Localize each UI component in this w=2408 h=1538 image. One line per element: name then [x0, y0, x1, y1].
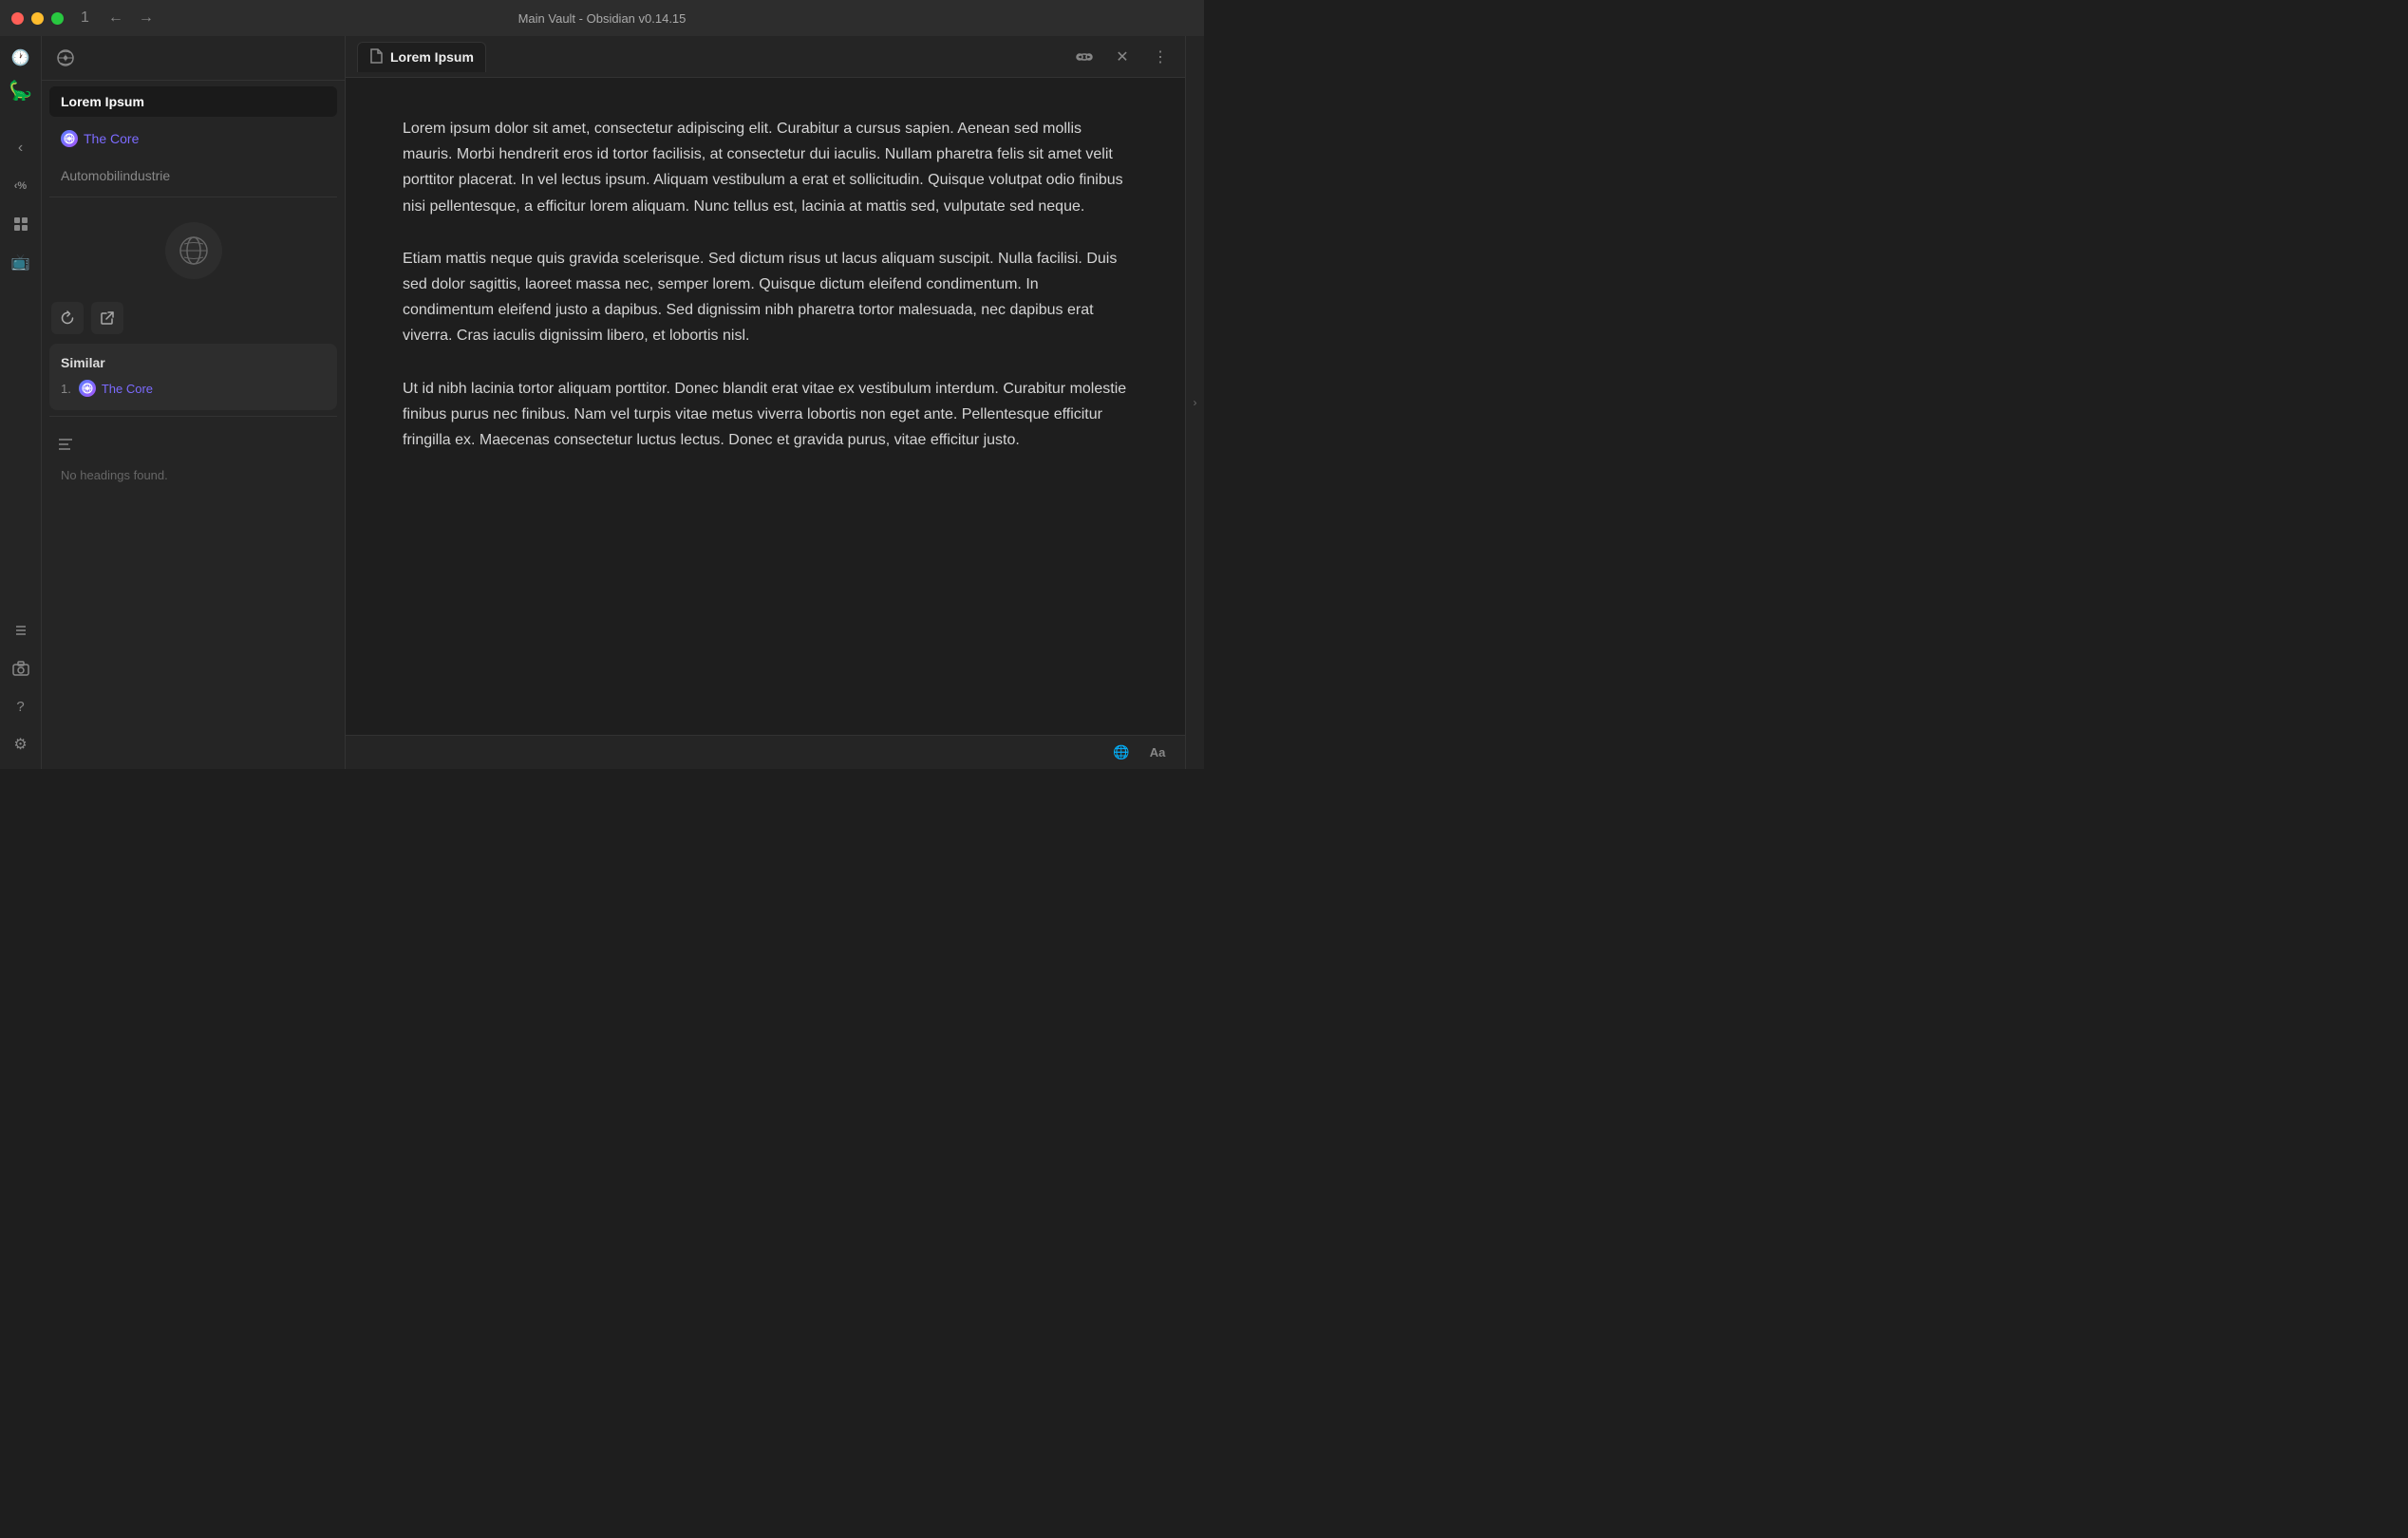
- note-item-the-core[interactable]: The Core: [49, 122, 337, 155]
- smart-search-icon[interactable]: [51, 44, 80, 72]
- outline-icon: [51, 430, 80, 459]
- sidebar-scroll[interactable]: Lorem Ipsum The Core Automobilindustrie: [42, 81, 345, 769]
- action-row: [42, 298, 345, 338]
- similar-item-label-1: The Core: [102, 382, 153, 396]
- note-item-lorem-ipsum[interactable]: Lorem Ipsum: [49, 86, 337, 117]
- more-options-button[interactable]: ⋮: [1147, 44, 1174, 70]
- note-item-the-core-label: The Core: [84, 131, 139, 146]
- globe-search-icon[interactable]: [165, 222, 222, 279]
- tab-lorem-ipsum[interactable]: Lorem Ipsum: [357, 42, 486, 72]
- close-button[interactable]: [11, 12, 24, 25]
- no-headings-text: No headings found.: [51, 464, 335, 486]
- tab-number: 1: [75, 8, 95, 28]
- editor-paragraph-1: Lorem ipsum dolor sit amet, consectetur …: [403, 116, 1128, 219]
- globe-icon[interactable]: 🌐: [1109, 741, 1134, 765]
- history-icon[interactable]: 🕐: [7, 44, 35, 72]
- collapse-sidebar-icon[interactable]: ‹: [4, 131, 38, 165]
- sidebar-header: [42, 36, 345, 81]
- traffic-lights: [11, 12, 64, 25]
- window-title: Main Vault - Obsidian v0.14.15: [518, 11, 687, 26]
- sidebar-divider-2: [49, 416, 337, 417]
- percent-icon[interactable]: ‹%: [4, 169, 38, 203]
- right-panel-toggle[interactable]: ›: [1185, 36, 1204, 769]
- editor-area[interactable]: Lorem ipsum dolor sit amet, consectetur …: [346, 78, 1185, 735]
- tab-bar: Lorem Ipsum ✕ ⋮: [346, 36, 1185, 78]
- tv-icon[interactable]: 📺: [4, 245, 38, 279]
- titlebar: 1 ← → Main Vault - Obsidian v0.14.15: [0, 0, 1204, 36]
- nav-forward-button[interactable]: →: [133, 8, 160, 28]
- font-size-icon[interactable]: Aa: [1145, 741, 1170, 765]
- editor-paragraph-2: Etiam mattis neque quis gravida sceleris…: [403, 246, 1128, 349]
- similar-core-icon: [79, 380, 96, 397]
- ribbon: 🕐 🦕 ‹ ‹% 📺: [0, 36, 42, 769]
- outline-section: No headings found.: [42, 422, 345, 494]
- similar-section: Similar 1. The Core: [49, 344, 337, 410]
- main-content: Lorem Ipsum ✕ ⋮ Lorem ipsum dolor sit am…: [346, 36, 1185, 769]
- list-icon[interactable]: [4, 613, 38, 647]
- note-item-automobilindustrie[interactable]: Automobilindustrie: [49, 160, 337, 191]
- external-link-button[interactable]: [91, 302, 123, 334]
- bottom-bar-actions: 🌐 Aa: [1109, 741, 1170, 765]
- sidebar: Lorem Ipsum The Core Automobilindustrie: [42, 36, 346, 769]
- help-icon[interactable]: ?: [4, 689, 38, 723]
- refresh-button[interactable]: [51, 302, 84, 334]
- core-link-icon: [61, 130, 78, 147]
- camera-icon[interactable]: [4, 651, 38, 685]
- bottom-bar: 🌐 Aa: [346, 735, 1185, 769]
- reading-view-button[interactable]: [1071, 44, 1098, 70]
- tab-file-icon: [369, 48, 383, 66]
- settings-icon[interactable]: ⚙: [4, 727, 38, 761]
- close-tab-button[interactable]: ✕: [1109, 44, 1136, 70]
- tab-actions: ✕ ⋮: [1071, 44, 1174, 70]
- minimize-button[interactable]: [31, 12, 44, 25]
- titlebar-nav: 1 ← →: [75, 8, 160, 28]
- smart-search-area: [42, 203, 345, 298]
- similar-title: Similar: [61, 355, 326, 370]
- bookmark-icon[interactable]: 🦕: [7, 76, 35, 104]
- tab-label: Lorem Ipsum: [390, 49, 474, 65]
- app-body: 🕐 🦕 ‹ ‹% 📺: [0, 36, 1204, 769]
- maximize-button[interactable]: [51, 12, 64, 25]
- editor-paragraph-3: Ut id nibh lacinia tortor aliquam portti…: [403, 376, 1128, 454]
- nav-back-button[interactable]: ←: [103, 8, 129, 28]
- dashboard-icon[interactable]: [4, 207, 38, 241]
- similar-item-1[interactable]: 1. The Core: [61, 378, 326, 399]
- similar-num-1: 1.: [61, 382, 71, 396]
